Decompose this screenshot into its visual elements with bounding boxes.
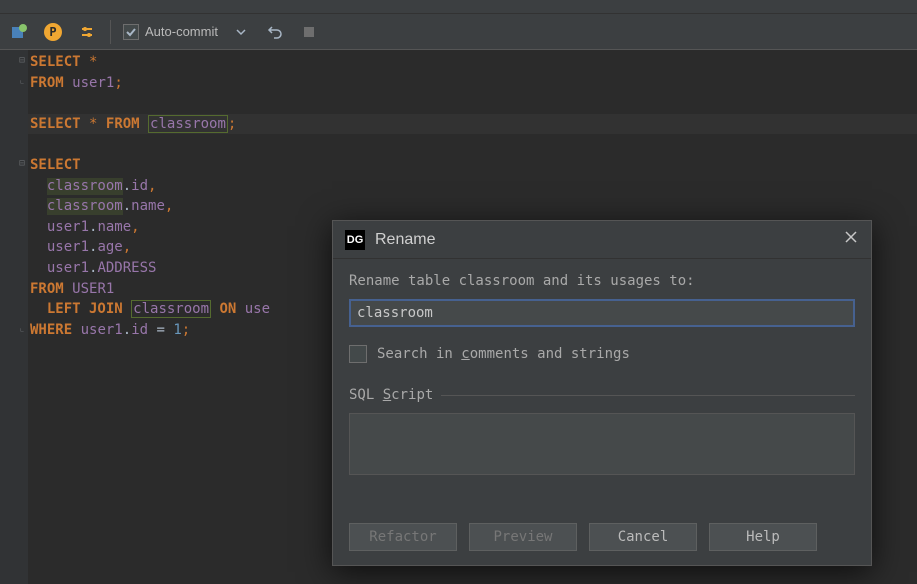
dialog-body: Rename table classroom and its usages to…	[333, 259, 871, 489]
dialog-button-row: Refactor Preview Cancel Help	[349, 523, 855, 551]
search-label-post: omments and strings	[470, 346, 630, 362]
sql-script-box[interactable]	[349, 413, 855, 475]
rename-dialog: DG Rename Rename table classroom and its…	[332, 220, 872, 566]
divider	[441, 395, 855, 396]
search-label-pre: Search in	[377, 346, 461, 362]
p-icon[interactable]: P	[42, 21, 64, 43]
auto-commit-checkbox[interactable]: Auto-commit	[123, 24, 218, 40]
chevron-down-icon[interactable]	[230, 21, 252, 43]
dialog-titlebar[interactable]: DG Rename	[333, 221, 871, 259]
toolbar-separator	[110, 20, 111, 44]
stop-icon[interactable]	[298, 21, 320, 43]
code-line[interactable]: SELECT * FROM classroom;	[28, 114, 917, 135]
help-button[interactable]: Help	[709, 523, 817, 551]
auto-commit-label: Auto-commit	[145, 24, 218, 39]
settings-icon[interactable]	[76, 21, 98, 43]
rename-input[interactable]	[349, 299, 855, 327]
checkbox-empty-icon	[349, 345, 367, 363]
checkmark-icon	[123, 24, 139, 40]
close-icon[interactable]	[843, 229, 859, 250]
code-line[interactable]	[28, 93, 917, 114]
gutter[interactable]: ⊟⌞⊟⌞	[0, 50, 28, 584]
rollback-icon[interactable]	[264, 21, 286, 43]
code-line[interactable]: FROM user1;	[28, 73, 917, 94]
cancel-button[interactable]: Cancel	[589, 523, 697, 551]
tab-bar	[0, 0, 917, 14]
code-line[interactable]	[28, 134, 917, 155]
script-label-pre: SQL	[349, 387, 383, 403]
code-line[interactable]: SELECT *	[28, 52, 917, 73]
datagrip-icon: DG	[345, 230, 365, 250]
script-label-post: cript	[391, 387, 433, 403]
db-sessions-icon[interactable]	[8, 21, 30, 43]
sql-script-section: SQL Script	[349, 387, 855, 403]
preview-button[interactable]: Preview	[469, 523, 577, 551]
refactor-button[interactable]: Refactor	[349, 523, 457, 551]
dialog-title: Rename	[375, 231, 833, 249]
search-comments-checkbox[interactable]: Search in comments and strings	[349, 345, 855, 363]
rename-prompt: Rename table classroom and its usages to…	[349, 273, 855, 289]
code-line[interactable]: classroom.name,	[28, 196, 917, 217]
search-label-mn: c	[461, 346, 469, 362]
code-line[interactable]: classroom.id,	[28, 176, 917, 197]
code-line[interactable]: SELECT	[28, 155, 917, 176]
toolbar: P Auto-commit	[0, 14, 917, 50]
script-label-mn: S	[383, 387, 391, 403]
